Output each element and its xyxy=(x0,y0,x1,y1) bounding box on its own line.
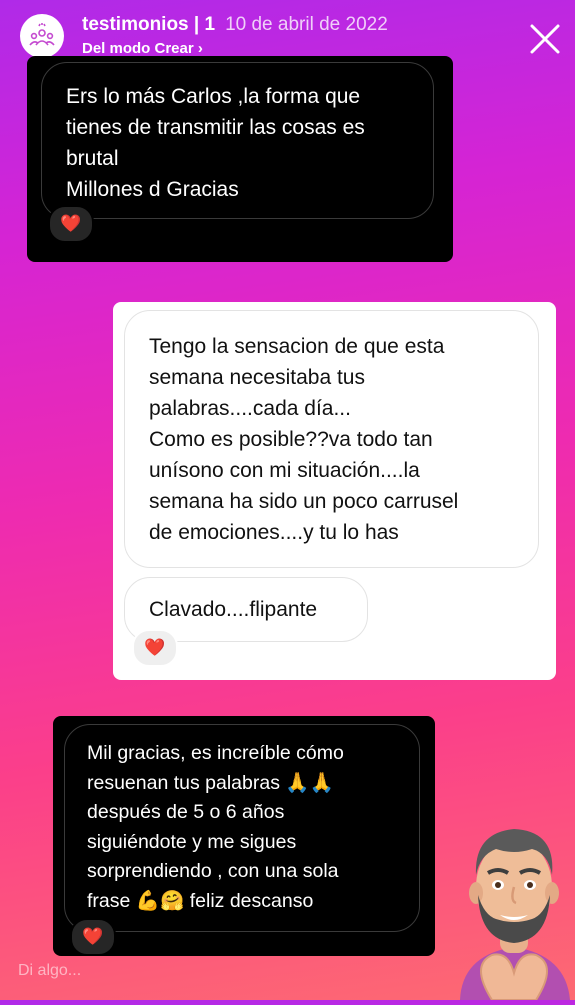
message-line: después de 5 o 6 años xyxy=(87,801,285,823)
story-header: testimonios | 1 10 de abril de 2022 Del m… xyxy=(0,0,575,60)
memoji-sticker xyxy=(452,815,575,1001)
message-line: sorprendiendo , con una sola xyxy=(87,860,339,882)
story-date: 10 de abril de 2022 xyxy=(225,14,388,35)
message-screenshot-3: Mil gracias, es increíble cómo resuenan … xyxy=(53,716,435,956)
message-line: Tengo la sensacion de que esta xyxy=(149,335,445,358)
testimonials-highlight-icon xyxy=(29,23,55,46)
message-line: unísono con mi situación....la xyxy=(149,459,420,482)
reply-input[interactable]: Di algo... xyxy=(0,940,460,1000)
message-bubble: Ers lo más Carlos ,la forma que tienes d… xyxy=(41,62,434,219)
message-screenshot-2: Tengo la sensacion de que esta semana ne… xyxy=(113,302,556,680)
message-line: Mil gracias, es increíble cómo xyxy=(87,742,344,764)
message-screenshot-1: Ers lo más Carlos ,la forma que tienes d… xyxy=(27,56,453,262)
message-line: de emociones....y tu lo has xyxy=(149,521,399,544)
close-icon xyxy=(530,24,560,54)
message-line: Millones d Gracias xyxy=(66,178,239,201)
story-source[interactable]: Del modo Crear › xyxy=(82,40,203,57)
message-line: Clavado....flipante xyxy=(149,598,318,621)
heart-reaction[interactable]: ❤️ xyxy=(48,205,94,243)
heart-icon: ❤️ xyxy=(144,638,166,657)
message-line: Ers lo más Carlos ,la forma que xyxy=(66,85,361,108)
title-row: testimonios | 1 10 de abril de 2022 xyxy=(82,14,388,36)
message-line: brutal xyxy=(66,147,119,170)
message-line: Como es posible??va todo tan xyxy=(149,428,433,451)
message-bubble: Mil gracias, es increíble cómo resuenan … xyxy=(64,724,420,932)
message-line: palabras....cada día... xyxy=(149,397,351,420)
heart-icon: ❤️ xyxy=(60,214,82,233)
message-line: frase 💪🤗 feliz descanso xyxy=(87,889,314,912)
reply-placeholder: Di algo... xyxy=(18,962,82,979)
highlight-title[interactable]: testimonios | 1 xyxy=(82,14,215,35)
message-line: resuenan tus palabras 🙏🙏 xyxy=(87,771,334,794)
heart-reaction[interactable]: ❤️ xyxy=(132,629,178,667)
message-line: tienes de transmitir las cosas es xyxy=(66,116,365,139)
memoji-heart-hands-icon xyxy=(460,829,570,1001)
highlight-avatar[interactable] xyxy=(20,14,64,58)
close-button[interactable] xyxy=(528,22,562,56)
message-bubble: Tengo la sensacion de que esta semana ne… xyxy=(124,310,539,568)
message-line: semana necesitaba tus xyxy=(149,366,365,389)
message-line: siguiéndote y me sigues xyxy=(87,830,297,853)
message-line: semana ha sido un poco carrusel xyxy=(149,490,459,513)
